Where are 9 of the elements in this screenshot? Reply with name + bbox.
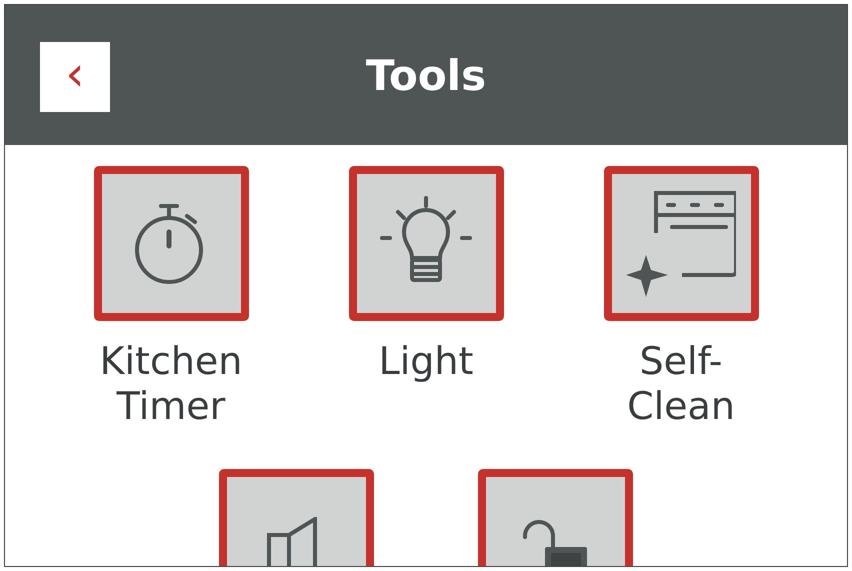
oven-sparkle-icon [626,188,736,298]
tool-label: Light [378,339,474,384]
tool-tile[interactable] [94,166,248,321]
tool-tile[interactable] [604,166,758,321]
back-button[interactable]: ‹ [40,42,110,112]
tool-label: Kitchen Timer [100,339,242,429]
tool-tile[interactable] [348,166,504,321]
tool-label: Self-Clean [627,339,735,429]
page-title: Tools [366,50,486,102]
